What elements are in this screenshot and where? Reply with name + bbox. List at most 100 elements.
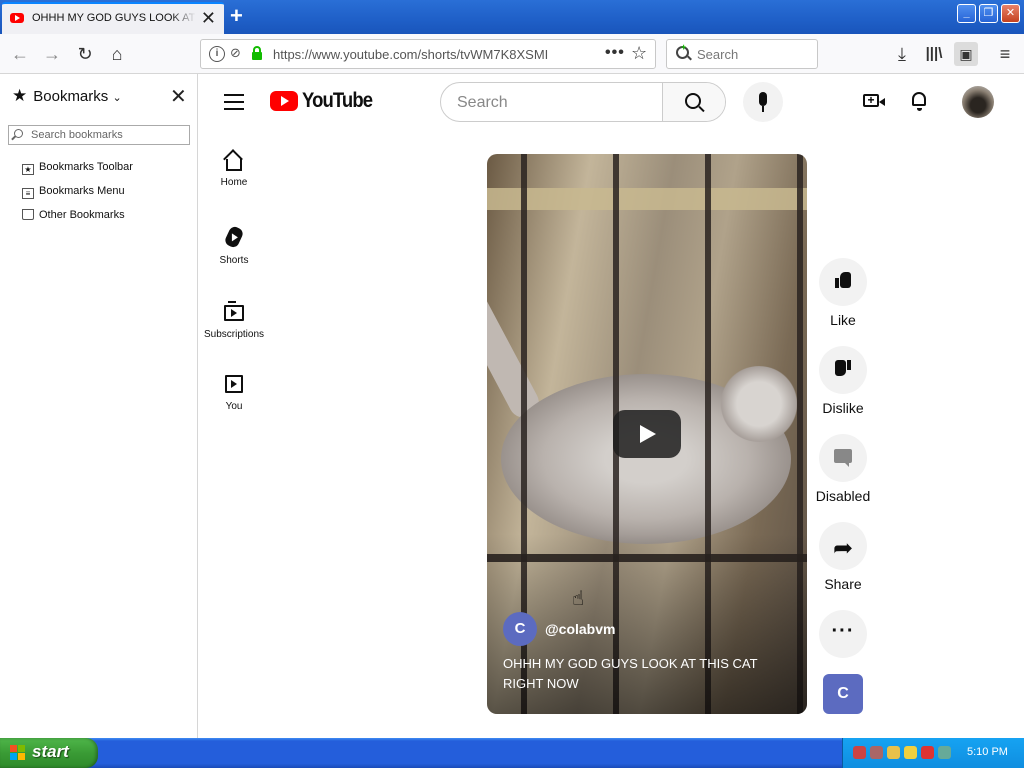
share-button[interactable]: ➦ Share xyxy=(812,522,874,592)
guide-menu-icon[interactable] xyxy=(224,94,244,115)
library-icon[interactable]: |||\ xyxy=(922,42,946,66)
guide-label: Shorts xyxy=(219,255,249,266)
start-label: start xyxy=(32,742,69,761)
youtube-search-placeholder: Search xyxy=(457,94,508,111)
tray-alert-shield-icon[interactable] xyxy=(921,746,934,759)
bookmarks-menu-icon: ≡ xyxy=(22,188,34,199)
site-info-icon[interactable]: i xyxy=(209,46,225,62)
short-video-player[interactable]: C @colabvm OHHH MY GOD GUYS LOOK AT THIS… xyxy=(487,154,807,714)
account-avatar[interactable] xyxy=(962,86,994,118)
minimize-button[interactable]: _ xyxy=(957,4,976,23)
thumbs-up-icon xyxy=(835,272,851,288)
url-bar[interactable]: i ⊘ https://www.youtube.com/shorts/tvWM7… xyxy=(200,39,656,69)
more-icon: ··· xyxy=(831,620,855,642)
guide-item-home[interactable]: Home xyxy=(198,154,270,188)
taskbar-clock: 5:10 PM xyxy=(967,746,1008,758)
sidebar-item-bookmarks-toolbar[interactable]: ★ Bookmarks Toolbar xyxy=(22,161,133,175)
bookmarks-sidebar: ★ Bookmarks ⌄ ✕ Search bookmarks ★ Bookmar… xyxy=(0,74,198,738)
microphone-icon xyxy=(759,92,767,106)
start-button[interactable]: start xyxy=(0,738,98,768)
sidebar-header[interactable]: ★ Bookmarks ⌄ xyxy=(12,86,122,106)
folder-icon xyxy=(22,209,34,220)
tab-close-icon[interactable]: ✕ xyxy=(201,8,216,29)
comments-button[interactable]: Disabled xyxy=(812,434,874,504)
bookmarks-search-input[interactable]: Search bookmarks xyxy=(8,125,190,145)
tray-network-icon[interactable] xyxy=(853,746,866,759)
youtube-search-button[interactable] xyxy=(662,83,725,121)
comment-icon xyxy=(834,449,852,467)
youtube-search-input[interactable]: Search xyxy=(440,82,726,122)
page-actions-icon[interactable]: ••• xyxy=(605,44,625,62)
guide-label: Subscriptions xyxy=(203,329,265,340)
browser-search-placeholder: Search xyxy=(697,47,739,62)
guide-item-subscriptions[interactable]: Subscriptions xyxy=(198,301,270,340)
menu-icon[interactable]: ≡ xyxy=(993,42,1017,66)
bookmark-star-icon[interactable]: ☆ xyxy=(631,43,647,64)
sidebar-close-icon[interactable]: ✕ xyxy=(170,84,187,109)
navigation-toolbar: ← → ↻ ⌂ i ⊘ https://www.youtube.com/shor… xyxy=(0,34,1024,74)
guide-item-shorts[interactable]: Shorts xyxy=(198,224,270,266)
tray-network2-icon[interactable] xyxy=(870,746,883,759)
youtube-logo-text[interactable]: YouTube xyxy=(302,89,373,113)
search-icon xyxy=(14,129,23,138)
sidebar-toggle-icon[interactable]: ▣ xyxy=(954,42,978,66)
tab-strip: OHHH MY GOD GUYS LOOK AT THIS CAT RIGHT … xyxy=(0,0,1024,34)
like-button[interactable]: Like xyxy=(812,258,874,328)
tray-security-shield-icon[interactable] xyxy=(904,746,917,759)
close-window-button[interactable]: ✕ xyxy=(1001,4,1020,23)
chevron-down-icon: ⌄ xyxy=(112,92,122,104)
dislike-label: Dislike xyxy=(822,400,864,416)
search-icon xyxy=(685,93,701,109)
system-tray: 5:10 PM xyxy=(842,738,1024,768)
youtube-logo-icon[interactable] xyxy=(270,91,298,111)
downloads-icon[interactable]: ⤓ xyxy=(890,42,914,66)
voice-search-button[interactable] xyxy=(743,82,783,122)
new-tab-button[interactable]: + xyxy=(230,3,243,29)
comments-label: Disabled xyxy=(815,488,871,504)
create-icon[interactable]: + xyxy=(863,94,885,107)
sidebar-item-label: Bookmarks Toolbar xyxy=(39,161,133,173)
short-title[interactable]: OHHH MY GOD GUYS LOOK AT THIS CAT RIGHT … xyxy=(503,654,783,694)
sidebar-item-label: Other Bookmarks xyxy=(39,209,125,221)
forward-icon[interactable]: → xyxy=(40,42,64,66)
back-icon[interactable]: ← xyxy=(8,42,32,66)
notifications-bell-icon[interactable] xyxy=(912,92,926,111)
guide-label: You xyxy=(225,401,243,412)
secure-lock-icon xyxy=(252,46,262,60)
channel-avatar[interactable]: C xyxy=(503,612,537,646)
you-icon xyxy=(225,375,243,393)
tray-volume-icon[interactable] xyxy=(938,746,951,759)
tray-tools-icon[interactable] xyxy=(887,746,900,759)
channel-handle[interactable]: @colabvm xyxy=(545,621,615,637)
hand-cursor-icon: ☝ xyxy=(572,588,585,610)
more-actions-button[interactable]: ··· xyxy=(812,610,874,664)
play-button-icon[interactable] xyxy=(613,410,681,458)
shorts-icon xyxy=(223,224,245,250)
channel-shortcut[interactable]: C xyxy=(823,674,863,714)
browser-tab[interactable]: OHHH MY GOD GUYS LOOK AT THIS CAT RIGHT … xyxy=(2,2,224,34)
guide-item-you[interactable]: You xyxy=(198,375,270,412)
bookmarks-toolbar-icon: ★ xyxy=(22,164,34,175)
sidebar-item-label: Bookmarks Menu xyxy=(39,185,125,197)
sidebar-item-other-bookmarks[interactable]: Other Bookmarks xyxy=(22,209,125,221)
reload-icon[interactable]: ↻ xyxy=(73,42,97,66)
sidebar-title: Bookmarks xyxy=(33,88,109,105)
browser-search-input[interactable]: + Search xyxy=(666,39,818,69)
url-text[interactable]: https://www.youtube.com/shorts/tvWM7K8XS… xyxy=(273,47,548,62)
youtube-favicon-icon xyxy=(10,13,24,23)
home-button-icon[interactable]: ⌂ xyxy=(105,42,129,66)
home-icon xyxy=(226,159,242,171)
windows-logo-icon xyxy=(10,745,26,761)
sidebar-item-bookmarks-menu[interactable]: ≡ Bookmarks Menu xyxy=(22,185,125,199)
permissions-icon[interactable]: ⊘ xyxy=(230,45,246,61)
subscriptions-icon xyxy=(224,301,244,321)
thumbs-down-icon xyxy=(835,360,851,376)
dislike-button[interactable]: Dislike xyxy=(812,346,874,416)
share-label: Share xyxy=(824,576,862,592)
guide-label: Home xyxy=(220,177,248,188)
tab-title: OHHH MY GOD GUYS LOOK AT THIS CAT RIGHT … xyxy=(32,12,196,24)
restore-button[interactable]: ❐ xyxy=(979,4,998,23)
share-icon: ➦ xyxy=(833,535,854,562)
taskbar: start 5:10 PM xyxy=(0,738,1024,768)
bookmarks-star-icon: ★ xyxy=(12,86,28,105)
